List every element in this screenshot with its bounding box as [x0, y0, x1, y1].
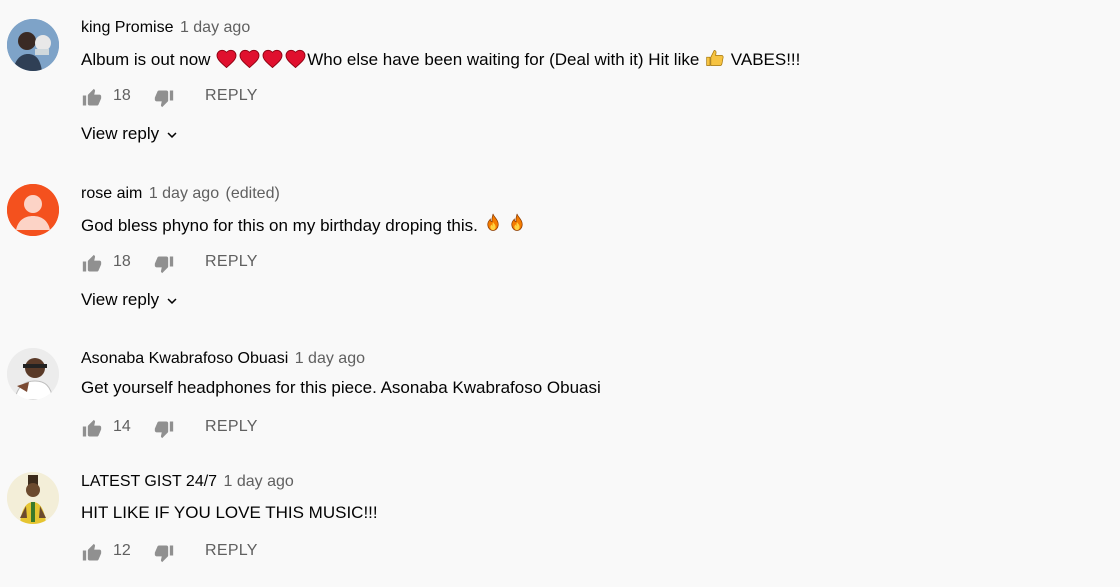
view-reply-label: View reply	[81, 124, 160, 143]
author-name[interactable]: rose aim	[81, 185, 142, 202]
chevron-down-icon	[163, 126, 181, 144]
comment-text-part: God bless phyno for this on my birthday …	[81, 216, 478, 235]
avatar[interactable]	[7, 19, 59, 71]
author-name[interactable]: king Promise	[81, 19, 173, 36]
reply-button[interactable]: REPLY	[205, 542, 258, 560]
comment-actions: 14 REPLY	[81, 417, 381, 441]
comment-actions: 18 REPLY	[81, 252, 381, 276]
fire-icon	[484, 213, 502, 234]
timestamp[interactable]: 1 day ago	[149, 185, 219, 202]
thumb-down-icon[interactable]	[153, 88, 175, 108]
author-name[interactable]: LATEST GIST 24/7	[81, 473, 217, 490]
thumb-up-icon[interactable]	[81, 419, 103, 439]
comment-text-part: Who else have been waiting for (Deal wit…	[307, 50, 700, 69]
thumb-up-icon[interactable]	[81, 88, 103, 108]
heart-icon	[216, 49, 237, 68]
thumb-down-icon[interactable]	[153, 254, 175, 274]
timestamp[interactable]: 1 day ago	[180, 19, 250, 36]
heart-icon	[262, 49, 283, 68]
like-count: 12	[113, 542, 131, 559]
heart-icon	[239, 49, 260, 68]
avatar[interactable]	[7, 472, 59, 524]
thumbs-up-emoji-icon	[705, 48, 725, 68]
comment-text-part: HIT LIKE IF YOU LOVE THIS MUSIC!!!	[81, 503, 378, 522]
view-reply-button[interactable]: View reply	[81, 290, 181, 310]
avatar[interactable]	[7, 184, 59, 236]
comment-header: king Promise 1 day ago	[81, 19, 250, 37]
like-count: 18	[113, 87, 131, 104]
author-name[interactable]: Asonaba Kwabrafoso Obuasi	[81, 350, 288, 367]
like-count: 14	[113, 418, 131, 435]
comment-actions: 12 REPLY	[81, 541, 381, 565]
comment-text-part: Get yourself headphones for this piece. …	[81, 378, 601, 397]
comment-header: LATEST GIST 24/7 1 day ago	[81, 473, 294, 491]
reply-button[interactable]: REPLY	[205, 253, 258, 271]
thumb-up-icon[interactable]	[81, 254, 103, 274]
thumb-up-icon[interactable]	[81, 543, 103, 563]
comment-text: Get yourself headphones for this piece. …	[81, 378, 601, 398]
like-count: 18	[113, 253, 131, 270]
heart-icon	[285, 49, 306, 68]
comment-text-part: Album is out now	[81, 50, 211, 69]
comment-text-part: VABES!!!	[730, 50, 801, 69]
comment-text: Album is out now Who else have been wait…	[81, 48, 800, 70]
chevron-down-icon	[163, 292, 181, 310]
profile-photo-icon	[7, 19, 59, 71]
avatar[interactable]	[7, 348, 59, 400]
reply-button[interactable]: REPLY	[205, 418, 258, 436]
fire-icon	[508, 213, 526, 234]
default-person-icon	[7, 184, 59, 236]
thumb-down-icon[interactable]	[153, 543, 175, 563]
edited-label: (edited)	[225, 185, 280, 202]
comment-text: God bless phyno for this on my birthday …	[81, 213, 527, 236]
timestamp[interactable]: 1 day ago	[295, 350, 365, 367]
timestamp[interactable]: 1 day ago	[224, 473, 294, 490]
view-reply-button[interactable]: View reply	[81, 124, 181, 144]
comment-header: Asonaba Kwabrafoso Obuasi 1 day ago	[81, 350, 365, 368]
comment-text: HIT LIKE IF YOU LOVE THIS MUSIC!!!	[81, 503, 378, 523]
reply-button[interactable]: REPLY	[205, 87, 258, 105]
view-reply-label: View reply	[81, 290, 160, 309]
comment-header: rose aim 1 day ago (edited)	[81, 185, 280, 203]
comment-actions: 18 REPLY	[81, 86, 381, 110]
profile-photo-icon	[7, 472, 59, 524]
profile-photo-icon	[7, 348, 59, 400]
thumb-down-icon[interactable]	[153, 419, 175, 439]
